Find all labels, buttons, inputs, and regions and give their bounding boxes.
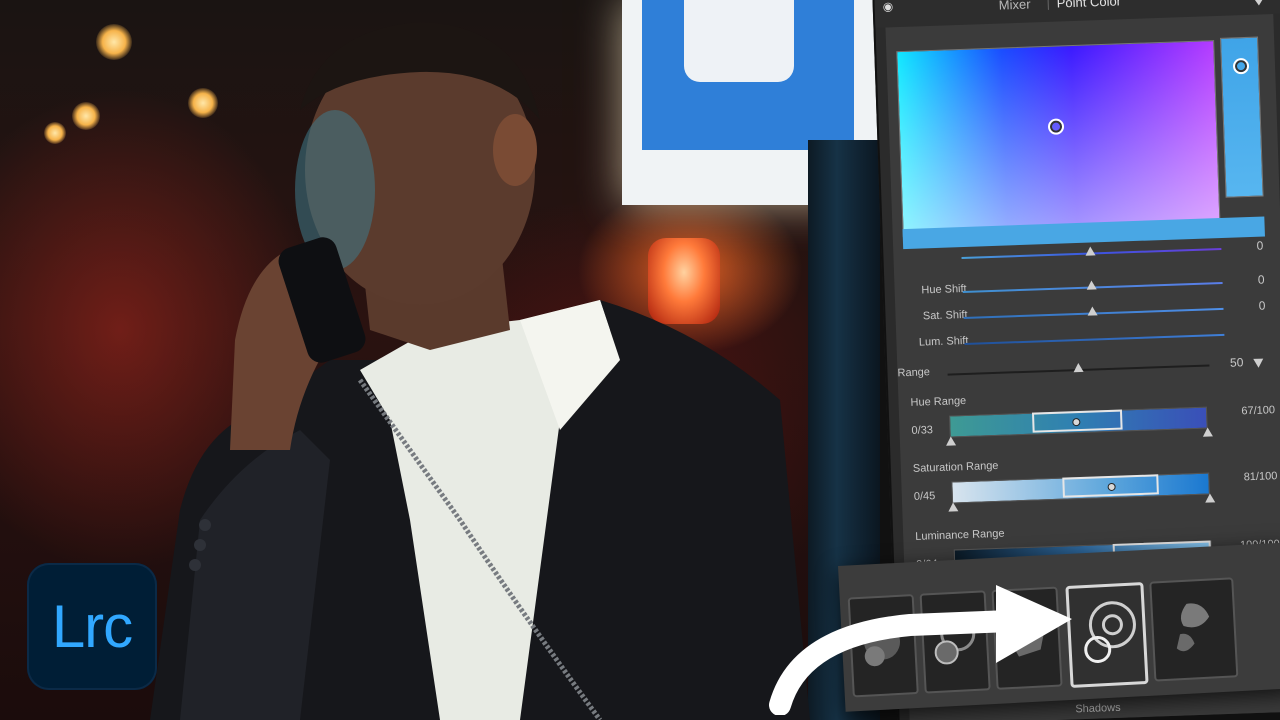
lum-shift-track-lower[interactable] [964, 333, 1225, 345]
range-label: Range [897, 366, 931, 380]
luminance-handle[interactable] [1232, 57, 1250, 75]
subject-mask-icon [1176, 603, 1210, 652]
sat-shift-thumb[interactable] [1086, 280, 1097, 290]
hue-range-label: Hue Range [910, 394, 967, 409]
collapse-chevron-icon[interactable] [1252, 0, 1265, 6]
lum-shift-label: Lum. Shift [918, 334, 969, 349]
lightroom-classic-logo: Lrc [27, 563, 157, 690]
saturation-range-right-value: 81/100 [1243, 470, 1278, 484]
logo-text: Lrc [51, 593, 133, 660]
hue-shift-thumb[interactable] [1085, 246, 1096, 256]
luminance-strip[interactable] [1220, 36, 1264, 198]
sat-shift-value[interactable]: 0 [1258, 272, 1265, 286]
saturation-range-min-handle[interactable] [948, 502, 959, 512]
tab-point-color[interactable]: Point Color [1056, 0, 1121, 11]
hue-range-right-value: 67/100 [1241, 404, 1276, 418]
range-value[interactable]: 50 [1230, 355, 1244, 369]
hue-shift-label: Hue Shift [921, 282, 967, 297]
shadows-section-label: Shadows [1075, 701, 1121, 716]
color-picker-handle[interactable] [1047, 118, 1065, 135]
hue-saturation-field[interactable] [896, 40, 1221, 238]
thumbnail: Lrc ◉ Mixer Point Color 0 Hue Shift 0 Sa… [0, 0, 1280, 720]
sat-shift-label: Sat. Shift [922, 308, 968, 323]
hue-shift-value[interactable]: 0 [1256, 239, 1263, 253]
hue-range-max-handle[interactable] [1202, 427, 1213, 437]
point-color-range-mask-icon [1084, 601, 1136, 664]
lum-shift-value[interactable]: 0 [1258, 298, 1265, 312]
range-thumb[interactable] [1073, 362, 1084, 373]
curved-arrow-icon [769, 585, 1072, 715]
saturation-range-max-handle[interactable] [1204, 493, 1216, 503]
range-expand-icon[interactable] [1253, 358, 1264, 368]
subject-mask-button[interactable] [1149, 577, 1239, 682]
saturation-range-left-value: 0/45 [913, 490, 936, 503]
tab-mixer[interactable]: Mixer [998, 0, 1030, 13]
hue-range-min-handle[interactable] [945, 436, 957, 446]
hue-range-left-value: 0/33 [911, 424, 934, 437]
lum-shift-thumb[interactable] [1087, 306, 1098, 316]
tab-separator [1047, 0, 1049, 10]
visibility-eye-icon[interactable]: ◉ [882, 0, 893, 14]
